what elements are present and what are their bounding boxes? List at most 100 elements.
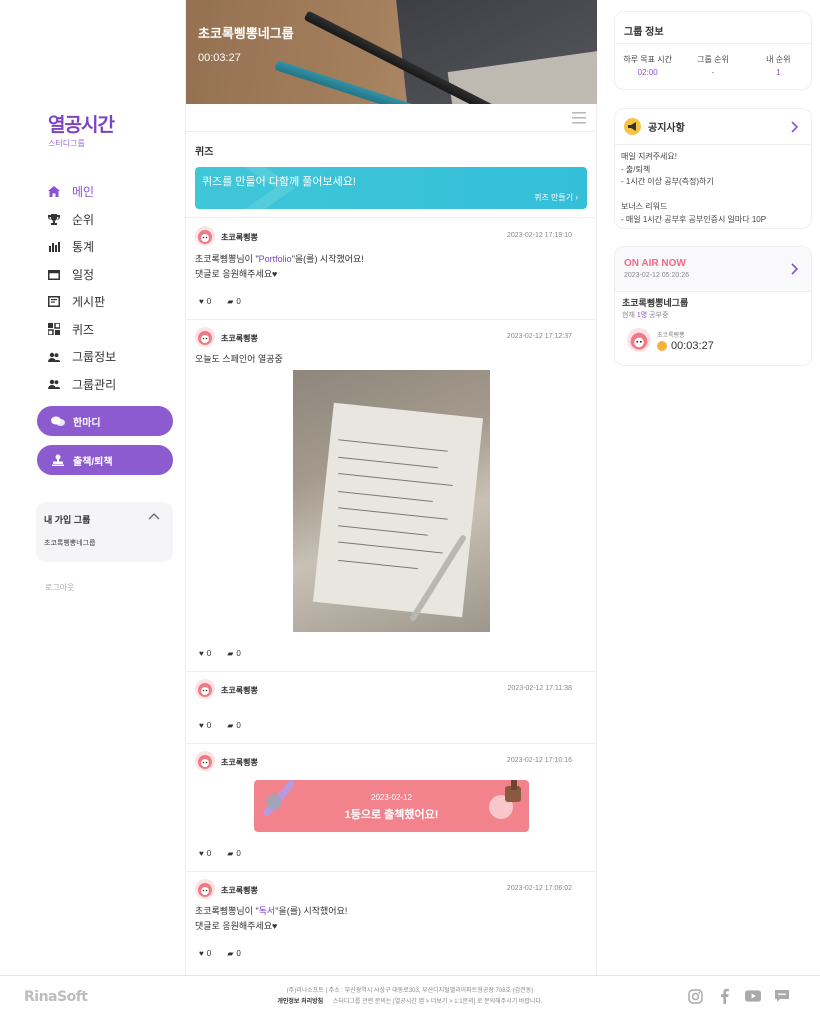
post-photo[interactable] xyxy=(293,370,490,632)
post-text: 초코록삥뽕님이 "Portfolio"을(를) 시작했어요! xyxy=(195,252,364,267)
post-text-line2: 댓글로 응원해주세요♥ xyxy=(195,921,278,931)
comment-icon[interactable]: ▰ xyxy=(227,297,233,306)
nav-label: 순위 xyxy=(72,212,95,227)
chat-button[interactable]: 한마디 xyxy=(37,406,173,436)
coin-icon xyxy=(657,341,667,351)
notice-header[interactable]: 공지사항 xyxy=(615,109,811,145)
post-actions: ♥ 0 ▰ 0 xyxy=(199,849,241,858)
chat-bubble-icon xyxy=(51,415,65,427)
chevron-right-icon: › xyxy=(575,193,578,202)
on-air-count-suffix: 공부중 xyxy=(647,312,669,319)
checkin-button[interactable]: 출책/퇴책 xyxy=(37,445,173,475)
post-author[interactable]: 초코록삥뽕 xyxy=(221,232,258,243)
bar-chart-icon xyxy=(48,241,60,253)
post-subject: Portfolio xyxy=(258,254,292,264)
create-quiz-link[interactable]: 퀴즈 만들기 › xyxy=(534,192,578,203)
post-author[interactable]: 초코록삥뽕 xyxy=(221,757,258,768)
avatar[interactable] xyxy=(195,226,215,246)
notice-title: 공지사항 xyxy=(648,123,685,134)
nav-label: 게시판 xyxy=(72,295,106,310)
nav-item-board[interactable]: 게시판 xyxy=(48,288,116,316)
chat-icon[interactable] xyxy=(774,988,790,1004)
checkin-date: 2023-02-12 xyxy=(371,793,412,802)
quiz-section: 퀴즈 퀴즈를 만들어 다함께 풀어보세요! 퀴즈 만들기 › xyxy=(186,132,596,218)
post-body: 초코록삥뽕님이 "독서"을(를) 시작했어요! 댓글로 응원해주세요♥ xyxy=(195,904,347,934)
avatar[interactable] xyxy=(195,327,215,347)
post-subject: 독서 xyxy=(258,906,276,916)
quiz-icon xyxy=(48,323,60,336)
nav-item-schedule[interactable]: 일정 xyxy=(48,261,116,289)
comment-icon[interactable]: ▰ xyxy=(227,721,233,730)
nav-label: 통계 xyxy=(72,240,95,255)
post-author[interactable]: 초코록삥뽕 xyxy=(221,685,258,696)
on-air-header[interactable]: ON AIR NOW 2023-02-12 05:20:26 xyxy=(615,247,811,292)
app-logo[interactable]: 열공시간 스터디그룹 xyxy=(48,114,115,149)
nav-item-group-info[interactable]: 그룹정보 xyxy=(48,343,116,371)
comment-icon[interactable]: ▰ xyxy=(227,649,233,658)
group-info-title: 그룹 정보 xyxy=(615,12,811,44)
comment-count: 0 xyxy=(236,849,241,858)
stat-value: 1 xyxy=(776,68,781,77)
like-count: 0 xyxy=(206,849,212,858)
hero-overlay xyxy=(186,0,597,104)
megaphone-icon xyxy=(624,118,641,135)
main-nav: 메인 순위 통계 일정 게시판 퀴즈 그룹정보 그룹관리 xyxy=(48,178,116,398)
on-air-timer: 00:03:27 xyxy=(657,340,714,352)
social-links xyxy=(687,988,790,1004)
nav-item-group-manage[interactable]: 그룹관리 xyxy=(48,371,116,399)
comment-icon[interactable]: ▰ xyxy=(227,949,233,958)
group-stats: 하루 목표 시간 02:00 그룹 순위 - 내 순위 1 xyxy=(615,44,811,77)
on-air-count-prefix: 현재 xyxy=(622,312,637,319)
post-timestamp: 2023-02-12 17:06:02 xyxy=(507,885,572,892)
comment-count: 0 xyxy=(236,949,241,958)
heart-icon[interactable]: ♥ xyxy=(199,949,204,958)
avatar[interactable] xyxy=(195,879,215,899)
on-air-user: 초코록삥뽕 xyxy=(657,333,685,339)
instagram-icon[interactable] xyxy=(687,988,703,1004)
feed-post: 초코록삥뽕 2023-02-12 17:10:16 2023-02-12 1등으… xyxy=(186,744,596,872)
like-count: 0 xyxy=(206,721,212,730)
heart-icon[interactable]: ♥ xyxy=(199,297,204,306)
feed-post: 초코록삥뽕 2023-02-12 17:11:38 ♥ 0 ▰ 0 xyxy=(186,672,596,744)
post-timestamp: 2023-02-12 17:10:16 xyxy=(507,757,572,764)
quiz-banner[interactable]: 퀴즈를 만들어 다함께 풀어보세요! 퀴즈 만들기 › xyxy=(195,167,587,209)
chevron-up-icon[interactable] xyxy=(148,511,160,521)
on-air-time: 00:03:27 xyxy=(671,340,714,352)
nav-item-quiz[interactable]: 퀴즈 xyxy=(48,316,116,344)
nav-item-ranking[interactable]: 순위 xyxy=(48,206,116,234)
comment-icon[interactable]: ▰ xyxy=(227,849,233,858)
privacy-policy-link[interactable]: 개인정보 처리방침 xyxy=(277,999,323,1005)
facebook-icon[interactable] xyxy=(716,988,732,1004)
on-air-title: ON AIR NOW xyxy=(624,258,686,269)
logout-link[interactable]: 로그아웃 xyxy=(45,582,74,593)
nav-item-stats[interactable]: 통계 xyxy=(48,233,116,261)
stat-group-rank: 그룹 순위 - xyxy=(680,54,745,77)
post-body: 오늘도 스페인어 열공중 xyxy=(195,354,283,364)
trophy-icon xyxy=(48,213,60,225)
my-groups-title: 내 가입 그룹 xyxy=(44,515,91,525)
youtube-icon[interactable] xyxy=(745,988,761,1004)
nav-item-main[interactable]: 메인 xyxy=(48,178,116,206)
sidebar: 열공시간 스터디그룹 메인 순위 통계 일정 게시판 퀴즈 그룹정보 그룹관리 … xyxy=(0,0,185,975)
avatar[interactable] xyxy=(195,751,215,771)
heart-icon[interactable]: ♥ xyxy=(199,721,204,730)
hamburger-menu-icon[interactable] xyxy=(572,112,586,124)
chevron-right-icon xyxy=(791,121,799,133)
like-count: 0 xyxy=(206,649,212,658)
my-group-item[interactable]: 초코록삥뽕네그룹 xyxy=(44,538,165,548)
checkin-banner: 2023-02-12 1등으로 출첵했어요! xyxy=(254,780,529,832)
comment-count: 0 xyxy=(236,721,241,730)
avatar[interactable] xyxy=(627,328,651,352)
post-author[interactable]: 초코록삥뽕 xyxy=(221,333,258,344)
heart-icon[interactable]: ♥ xyxy=(199,649,204,658)
avatar[interactable] xyxy=(195,679,215,699)
post-text-suffix: "을(를) 시작했어요! xyxy=(275,906,348,916)
on-air-count: 현재 1명 공부중 xyxy=(622,310,668,320)
stat-label: 내 순위 xyxy=(766,55,791,64)
post-author[interactable]: 초코록삥뽕 xyxy=(221,885,258,896)
nav-label: 퀴즈 xyxy=(72,322,95,337)
create-quiz-label: 퀴즈 만들기 xyxy=(534,193,574,202)
post-timestamp: 2023-02-12 17:12:37 xyxy=(507,333,572,340)
post-actions: ♥ 0 ▰ 0 xyxy=(199,949,241,958)
heart-icon[interactable]: ♥ xyxy=(199,849,204,858)
